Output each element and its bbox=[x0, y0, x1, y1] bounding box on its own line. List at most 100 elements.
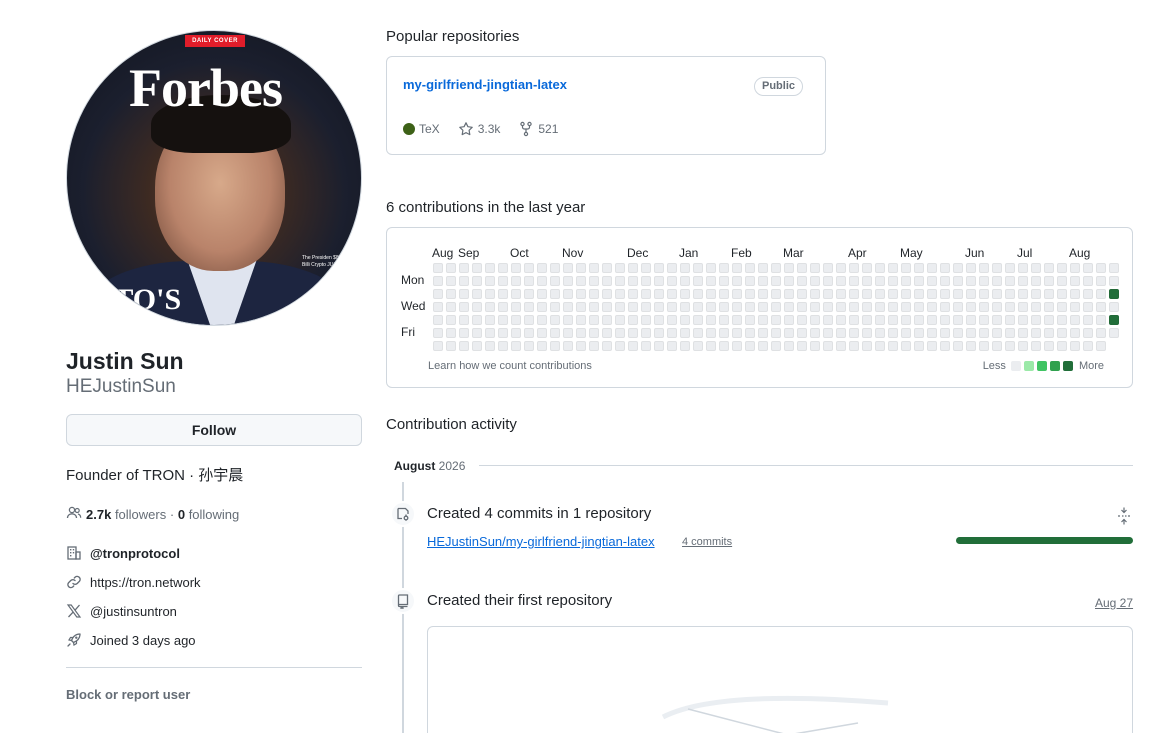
profile-website[interactable]: https://tron.network bbox=[66, 574, 201, 590]
contribution-cell[interactable] bbox=[1070, 315, 1080, 325]
contribution-cell[interactable] bbox=[914, 302, 924, 312]
contribution-cell[interactable] bbox=[589, 302, 599, 312]
contribution-cell[interactable] bbox=[797, 315, 807, 325]
contribution-cell[interactable] bbox=[667, 302, 677, 312]
contribution-cell[interactable] bbox=[966, 289, 976, 299]
contribution-cell[interactable] bbox=[667, 328, 677, 338]
contribution-cell[interactable] bbox=[550, 289, 560, 299]
contribution-cell[interactable] bbox=[511, 263, 521, 273]
contribution-cell[interactable] bbox=[992, 315, 1002, 325]
contribution-cell[interactable] bbox=[849, 263, 859, 273]
contribution-cell[interactable] bbox=[1005, 302, 1015, 312]
contribution-cell[interactable] bbox=[1044, 289, 1054, 299]
contribution-cell[interactable] bbox=[875, 302, 885, 312]
contribution-cell[interactable] bbox=[927, 289, 937, 299]
contribution-cell[interactable] bbox=[1018, 289, 1028, 299]
contribution-cell[interactable] bbox=[1057, 302, 1067, 312]
contribution-cell[interactable] bbox=[784, 263, 794, 273]
contribution-cell[interactable] bbox=[628, 341, 638, 351]
contribution-cell[interactable] bbox=[1109, 328, 1119, 338]
contribution-cell[interactable] bbox=[511, 328, 521, 338]
contribution-cell[interactable] bbox=[563, 276, 573, 286]
profile-organization[interactable]: @tronprotocol bbox=[66, 545, 180, 561]
contribution-cell[interactable] bbox=[745, 315, 755, 325]
activity-commits-count-link[interactable]: 4 commits bbox=[682, 536, 732, 548]
contribution-cell[interactable] bbox=[992, 328, 1002, 338]
contribution-cell[interactable] bbox=[745, 276, 755, 286]
followers-link[interactable]: 2.7k followers bbox=[86, 507, 166, 522]
contribution-cell[interactable] bbox=[1096, 302, 1106, 312]
contribution-cell[interactable] bbox=[1044, 341, 1054, 351]
contribution-cell[interactable] bbox=[433, 263, 443, 273]
contribution-cell[interactable] bbox=[667, 263, 677, 273]
contribution-cell[interactable] bbox=[511, 289, 521, 299]
contribution-cell[interactable] bbox=[472, 328, 482, 338]
fold-icon[interactable] bbox=[1117, 507, 1131, 530]
contribution-cell[interactable] bbox=[927, 302, 937, 312]
contribution-cell[interactable] bbox=[498, 315, 508, 325]
contribution-cell[interactable] bbox=[745, 328, 755, 338]
contribution-cell[interactable] bbox=[537, 263, 547, 273]
contribution-cell[interactable] bbox=[966, 341, 976, 351]
contribution-cell[interactable] bbox=[914, 328, 924, 338]
contribution-cell[interactable] bbox=[602, 289, 612, 299]
contribution-cell[interactable] bbox=[537, 315, 547, 325]
contribution-cell[interactable] bbox=[1018, 263, 1028, 273]
contribution-cell[interactable] bbox=[927, 341, 937, 351]
contribution-cell[interactable] bbox=[797, 341, 807, 351]
contribution-cell[interactable] bbox=[1083, 341, 1093, 351]
contribution-cell[interactable] bbox=[914, 341, 924, 351]
contribution-cell[interactable] bbox=[1057, 328, 1067, 338]
contribution-cell[interactable] bbox=[1018, 341, 1028, 351]
contribution-cell[interactable] bbox=[758, 302, 768, 312]
contribution-cell[interactable] bbox=[446, 276, 456, 286]
contribution-cell[interactable] bbox=[992, 341, 1002, 351]
contribution-cell[interactable] bbox=[1031, 263, 1041, 273]
contribution-cell[interactable] bbox=[888, 263, 898, 273]
contribution-cell[interactable] bbox=[680, 341, 690, 351]
contribution-cell[interactable] bbox=[1031, 328, 1041, 338]
contribution-cell[interactable] bbox=[576, 315, 586, 325]
contribution-cell[interactable] bbox=[615, 276, 625, 286]
contribution-cell[interactable] bbox=[680, 263, 690, 273]
contribution-cell[interactable] bbox=[706, 276, 716, 286]
contribution-cell[interactable] bbox=[875, 315, 885, 325]
contribution-cell[interactable] bbox=[654, 263, 664, 273]
contribution-cell[interactable] bbox=[628, 263, 638, 273]
repo-forks-link[interactable]: 521 bbox=[518, 121, 558, 137]
contribution-cell[interactable] bbox=[628, 328, 638, 338]
repo-name-link[interactable]: my-girlfriend-jingtian-latex bbox=[403, 77, 567, 92]
contribution-cell[interactable] bbox=[966, 328, 976, 338]
contribution-cell[interactable] bbox=[472, 289, 482, 299]
contribution-cell[interactable] bbox=[771, 263, 781, 273]
contribution-cell[interactable] bbox=[1096, 341, 1106, 351]
contribution-cell[interactable] bbox=[758, 276, 768, 286]
contribution-cell[interactable] bbox=[1070, 302, 1080, 312]
contribution-cell[interactable] bbox=[485, 328, 495, 338]
contribution-cell[interactable] bbox=[914, 276, 924, 286]
contribution-cell[interactable] bbox=[992, 276, 1002, 286]
contribution-cell[interactable] bbox=[1005, 341, 1015, 351]
contribution-cell[interactable] bbox=[1070, 341, 1080, 351]
contribution-cell[interactable] bbox=[511, 315, 521, 325]
contribution-cell[interactable] bbox=[654, 276, 664, 286]
contribution-cell[interactable] bbox=[1005, 276, 1015, 286]
contribution-cell[interactable] bbox=[550, 315, 560, 325]
contribution-cell[interactable] bbox=[641, 341, 651, 351]
activity-repo-link[interactable]: HEJustinSun/my-girlfriend-jingtian-latex bbox=[427, 534, 655, 549]
contribution-cell[interactable] bbox=[459, 341, 469, 351]
contribution-cell[interactable] bbox=[641, 276, 651, 286]
contribution-cell[interactable] bbox=[1109, 276, 1119, 286]
contribution-cell[interactable] bbox=[849, 276, 859, 286]
contribution-cell[interactable] bbox=[1096, 263, 1106, 273]
contribution-cell[interactable] bbox=[849, 341, 859, 351]
contribution-cell[interactable] bbox=[849, 302, 859, 312]
contribution-cell[interactable] bbox=[693, 276, 703, 286]
contribution-cell[interactable] bbox=[992, 302, 1002, 312]
contribution-cell[interactable] bbox=[1083, 276, 1093, 286]
contribution-cell[interactable] bbox=[602, 302, 612, 312]
contribution-cell[interactable] bbox=[927, 315, 937, 325]
contribution-cell[interactable] bbox=[1109, 263, 1119, 273]
contribution-cell[interactable] bbox=[446, 302, 456, 312]
contribution-cell[interactable] bbox=[537, 276, 547, 286]
